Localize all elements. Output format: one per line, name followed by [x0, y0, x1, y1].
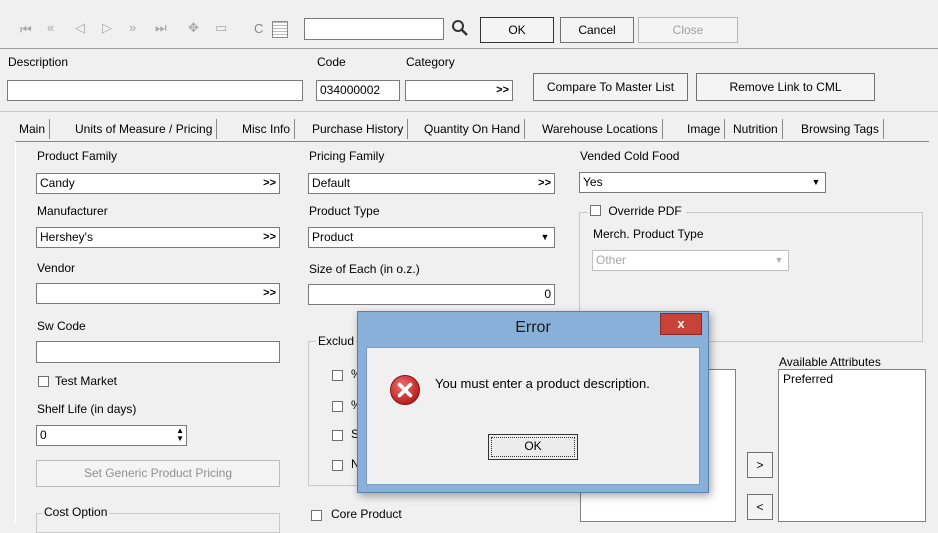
- shelf-life-spinner[interactable]: ▲ ▼: [176, 427, 184, 443]
- description-label: Description: [8, 55, 69, 69]
- prev-record-icon[interactable]: ◁: [75, 20, 85, 36]
- last-record-icon[interactable]: ⏭: [155, 20, 167, 36]
- manufacturer-label: Manufacturer: [37, 204, 108, 218]
- chevron-down-icon: ▼: [811, 177, 821, 187]
- product-family-field[interactable]: Candy >>: [36, 173, 280, 194]
- chevron-down-icon: ▼: [540, 232, 550, 242]
- exclude-checkbox-3[interactable]: [332, 430, 343, 441]
- vended-cold-food-value: Yes: [583, 175, 603, 189]
- list-item[interactable]: Preferred: [779, 370, 925, 388]
- override-pdf-checkbox[interactable]: [590, 205, 601, 216]
- description-input[interactable]: [7, 80, 303, 101]
- dialog-close-button[interactable]: x: [660, 313, 702, 335]
- category-lookup-button[interactable]: >>: [496, 81, 509, 99]
- cost-option-label: Cost Option: [42, 505, 110, 519]
- size-of-each-label: Size of Each (in o.z.): [309, 262, 420, 276]
- manufacturer-value: Hershey's: [40, 230, 93, 244]
- tab-warehouse-locations[interactable]: Warehouse Locations: [538, 119, 663, 139]
- pricing-family-label: Pricing Family: [309, 149, 385, 163]
- add-attribute-button[interactable]: >: [747, 452, 773, 478]
- vendor-lookup-button[interactable]: >>: [263, 284, 276, 302]
- error-icon: [389, 374, 421, 409]
- vended-cold-food-label: Vended Cold Food: [580, 149, 680, 163]
- category-label: Category: [406, 55, 455, 69]
- delete-record-icon[interactable]: ▭: [215, 20, 227, 36]
- tab-units-of-measure-pricing[interactable]: Units of Measure / Pricing: [71, 119, 218, 139]
- remove-attribute-button[interactable]: <: [747, 494, 773, 520]
- shelf-life-value: 0: [40, 428, 47, 442]
- vendor-field[interactable]: >>: [36, 283, 280, 304]
- first-record-icon[interactable]: ⏮: [20, 22, 32, 38]
- dialog-body: You must enter a product description. OK: [366, 347, 700, 485]
- tab-browsing-tags[interactable]: Browsing Tags: [797, 119, 884, 139]
- shelf-life-label: Shelf Life (in days): [37, 402, 137, 416]
- toolbar-ok-button[interactable]: OK: [480, 17, 554, 43]
- vended-cold-food-select[interactable]: Yes ▼: [579, 172, 826, 193]
- manufacturer-lookup-button[interactable]: >>: [263, 228, 276, 246]
- dialog-title: Error: [515, 319, 551, 336]
- next-record-icon[interactable]: ▷: [102, 20, 112, 36]
- merch-product-type-label: Merch. Product Type: [593, 227, 704, 241]
- core-product-label: Core Product: [331, 507, 402, 521]
- code-input[interactable]: 034000002: [316, 80, 400, 101]
- shelf-life-input[interactable]: 0 ▲ ▼: [36, 425, 187, 446]
- override-pdf-label: Override PDF: [608, 204, 682, 218]
- add-record-icon[interactable]: ✥: [188, 20, 199, 36]
- prev-page-icon[interactable]: «: [47, 20, 54, 35]
- category-input[interactable]: >>: [405, 80, 513, 101]
- toolbar: ⏮ « ◁ ▷ » ⏭ ✥ ▭ C OK Cancel Close: [0, 0, 938, 48]
- merch-product-type-select[interactable]: Other ▼: [592, 250, 789, 271]
- remove-link-to-cml-button[interactable]: Remove Link to CML: [696, 73, 875, 101]
- product-family-label: Product Family: [37, 149, 118, 163]
- pricing-family-lookup-button[interactable]: >>: [538, 174, 551, 192]
- product-family-value: Candy: [40, 176, 75, 190]
- toolbar-cancel-button[interactable]: Cancel: [560, 17, 634, 43]
- compare-to-master-list-button[interactable]: Compare To Master List: [533, 73, 688, 101]
- tab-main[interactable]: Main: [15, 119, 51, 139]
- override-pdf-title: Override PDF: [588, 204, 686, 218]
- available-attributes-label: Available Attributes: [779, 355, 881, 369]
- search-input[interactable]: [304, 18, 444, 40]
- exclude-group-label: Exclud: [316, 334, 357, 348]
- header-divider: [0, 111, 938, 112]
- size-of-each-input[interactable]: 0: [308, 284, 555, 305]
- close-icon: x: [677, 316, 685, 331]
- exclude-checkbox-1[interactable]: [332, 370, 343, 381]
- next-page-icon[interactable]: »: [129, 20, 136, 35]
- manufacturer-field[interactable]: Hershey's >>: [36, 227, 280, 248]
- tab-quantity-on-hand[interactable]: Quantity On Hand: [420, 119, 526, 139]
- dialog-ok-button[interactable]: OK: [488, 434, 578, 460]
- toolbar-close-button[interactable]: Close: [638, 17, 738, 43]
- product-type-value: Product: [312, 230, 354, 244]
- exclude-checkbox-4[interactable]: [332, 460, 343, 471]
- error-dialog: Error x You must enter a product descrip…: [357, 311, 709, 493]
- tab-misc-info[interactable]: Misc Info: [238, 119, 296, 139]
- sw-code-label: Sw Code: [37, 319, 86, 333]
- tab-nutrition[interactable]: Nutrition: [729, 119, 783, 139]
- product-type-label: Product Type: [309, 204, 380, 218]
- toolbar-divider: [0, 48, 938, 49]
- product-type-select[interactable]: Product ▼: [308, 227, 555, 248]
- pricing-family-value: Default: [312, 176, 351, 190]
- sw-code-input[interactable]: [36, 341, 280, 363]
- available-attributes-list[interactable]: Preferred: [778, 369, 926, 522]
- product-family-lookup-button[interactable]: >>: [263, 174, 276, 192]
- copy-icon[interactable]: C: [254, 21, 263, 36]
- test-market-label: Test Market: [55, 374, 118, 388]
- exclude-checkbox-2[interactable]: [332, 401, 343, 412]
- pricing-family-field[interactable]: Default >>: [308, 173, 555, 194]
- core-product-checkbox[interactable]: [311, 510, 322, 521]
- search-icon[interactable]: [451, 19, 469, 40]
- code-label: Code: [317, 55, 346, 69]
- tab-image[interactable]: Image: [683, 119, 726, 139]
- calculator-icon[interactable]: [272, 21, 288, 38]
- test-market-checkbox[interactable]: [38, 376, 49, 387]
- vendor-label: Vendor: [37, 261, 76, 275]
- dialog-message: You must enter a product description.: [435, 376, 650, 391]
- merch-product-type-value: Other: [596, 253, 627, 267]
- chevron-down-icon: ▼: [774, 255, 784, 265]
- tab-purchase-history[interactable]: Purchase History: [308, 119, 409, 139]
- set-generic-product-pricing-button[interactable]: Set Generic Product Pricing: [36, 460, 280, 487]
